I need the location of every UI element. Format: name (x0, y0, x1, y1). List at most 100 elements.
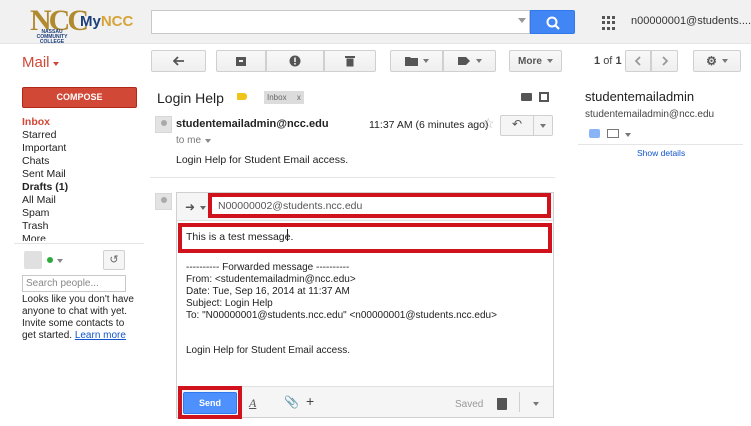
message-time: 11:37 AM (6 minutes ago) (369, 119, 489, 131)
spam-icon (289, 55, 301, 67)
message-input[interactable]: This is a test message. (186, 231, 293, 243)
forward-icon[interactable]: ➜ (185, 200, 195, 214)
search-people-input[interactable] (22, 275, 126, 292)
labels-button[interactable] (443, 50, 496, 72)
chat-help-text: Looks like you don't have anyone to chat… (22, 294, 134, 342)
contact-email: studentemailadmin@ncc.edu (585, 109, 715, 120)
chevron-right-icon (661, 56, 668, 66)
plus-icon[interactable]: + (306, 393, 314, 409)
phone-icon: ↺ (109, 254, 119, 266)
save-status: Saved (455, 399, 484, 410)
inbox-chip-label: Inbox (267, 93, 287, 102)
contact-name: studentemailadmin (585, 89, 695, 104)
folder-icon (404, 57, 418, 66)
reply-icon[interactable]: ↶ (512, 117, 522, 131)
brand-my: My (80, 13, 101, 30)
footer-divider (519, 392, 520, 412)
brand-ncc: NCC (100, 13, 134, 30)
brand-title: MyNCC (80, 13, 133, 30)
account-name[interactable]: n00000001@students.... (631, 15, 751, 27)
pagination-count: 1 of 1 (594, 55, 622, 67)
sidebar-item-chats[interactable]: Chats (22, 155, 49, 167)
label-icon (457, 57, 470, 65)
settings-button[interactable]: ⚙ (693, 50, 741, 72)
ncc-logo[interactable]: NCC NASSAU COMMUNITY COLLEGE (28, 4, 89, 45)
sender-avatar (155, 116, 172, 133)
search-button[interactable] (530, 10, 575, 34)
gear-icon: ⚙ (706, 54, 717, 68)
mail-switcher[interactable]: Mail (22, 54, 50, 71)
pager-total: 1 (615, 55, 622, 67)
sidebar-item-all-mail[interactable]: All Mail (22, 194, 56, 206)
chat-bubble-icon[interactable] (589, 129, 600, 138)
chat-avatar[interactable] (24, 251, 42, 269)
text-cursor (287, 229, 288, 241)
response-type-chevron-icon[interactable] (200, 206, 206, 210)
archive-button[interactable] (216, 50, 266, 72)
forwarded-to: To: "N00000001@students.ncc.edu" <n00000… (186, 310, 497, 321)
reply-divider (533, 116, 534, 135)
nav-divider (14, 243, 144, 244)
message-divider (150, 177, 555, 178)
learn-more-link[interactable]: Learn more (75, 330, 126, 341)
thread-subject: Login Help (157, 90, 224, 106)
sidebar-item-sent-mail[interactable]: Sent Mail (22, 168, 66, 180)
my-avatar (155, 193, 172, 210)
logo-subtext: NASSAU COMMUNITY COLLEGE (36, 29, 68, 45)
send-button[interactable]: Send (183, 392, 237, 414)
apps-grid-icon[interactable] (602, 16, 616, 30)
delete-button[interactable] (324, 50, 376, 72)
forwarded-body: Login Help for Student Email access. (186, 345, 350, 356)
mail-icon[interactable] (607, 129, 619, 138)
pager-of: of (603, 55, 613, 67)
more-options-chevron-icon[interactable] (533, 402, 539, 406)
sidebar-item-drafts[interactable]: Drafts (1) (22, 181, 68, 193)
newer-button[interactable] (625, 50, 651, 72)
older-button[interactable] (651, 50, 678, 72)
inbox-label-chip: Inbox x (264, 91, 304, 104)
back-to-inbox-button[interactable] (151, 50, 206, 72)
important-marker-icon[interactable] (237, 93, 247, 100)
show-details-link[interactable]: Show details (637, 148, 685, 158)
recipient-summary[interactable]: to me (176, 135, 201, 146)
forwarded-separator: ---------- Forwarded message ---------- (186, 262, 350, 273)
start-call-button[interactable]: ↺ (103, 250, 125, 270)
search-icon (546, 16, 560, 30)
sidebar-item-starred[interactable]: Starred (22, 129, 56, 141)
remove-label-icon[interactable]: x (297, 93, 301, 102)
chat-status-icon[interactable] (47, 257, 53, 263)
delete-icon (345, 56, 355, 67)
to-field[interactable]: N00000002@students.ncc.edu (218, 200, 362, 212)
chevron-left-icon (634, 56, 641, 66)
move-to-button[interactable] (390, 50, 443, 72)
star-icon[interactable]: ☆ (482, 115, 495, 132)
new-window-icon[interactable] (539, 92, 549, 102)
sidebar-item-trash[interactable]: Trash (22, 220, 48, 232)
more-label: More (518, 55, 542, 67)
forwarded-date: Date: Tue, Sep 16, 2014 at 11:37 AM (186, 286, 350, 297)
more-actions-button[interactable]: More (509, 50, 562, 72)
formatting-icon[interactable]: A (249, 396, 256, 411)
sidebar-item-inbox[interactable]: Inbox (22, 116, 50, 128)
mail-switcher-chevron-icon[interactable] (53, 62, 59, 66)
contact-chevron-down-icon[interactable] (625, 133, 631, 137)
details-chevron-down-icon[interactable] (205, 139, 211, 143)
back-arrow-icon (172, 56, 184, 66)
reply-options-chevron-icon[interactable] (540, 124, 546, 128)
sidebar-item-important[interactable]: Important (22, 142, 66, 154)
search-options-chevron-icon[interactable] (518, 18, 526, 23)
status-chevron-down-icon[interactable] (57, 259, 63, 263)
sender-email[interactable]: studentemailadmin@ncc.edu (176, 118, 329, 130)
forwarded-subject: Subject: Login Help (186, 298, 273, 309)
sidebar-item-spam[interactable]: Spam (22, 207, 49, 219)
report-spam-button[interactable] (266, 50, 324, 72)
attach-icon[interactable]: 📎 (284, 395, 299, 409)
sidebar-item-more[interactable]: More (22, 233, 46, 241)
print-icon[interactable] (521, 93, 532, 101)
message-body: Login Help for Student Email access. (176, 154, 349, 166)
compose-button[interactable]: COMPOSE (22, 87, 137, 108)
contact-divider (578, 144, 743, 145)
pager-current: 1 (594, 55, 601, 67)
mail-search-input[interactable] (151, 10, 530, 34)
trash-icon[interactable] (497, 398, 507, 410)
